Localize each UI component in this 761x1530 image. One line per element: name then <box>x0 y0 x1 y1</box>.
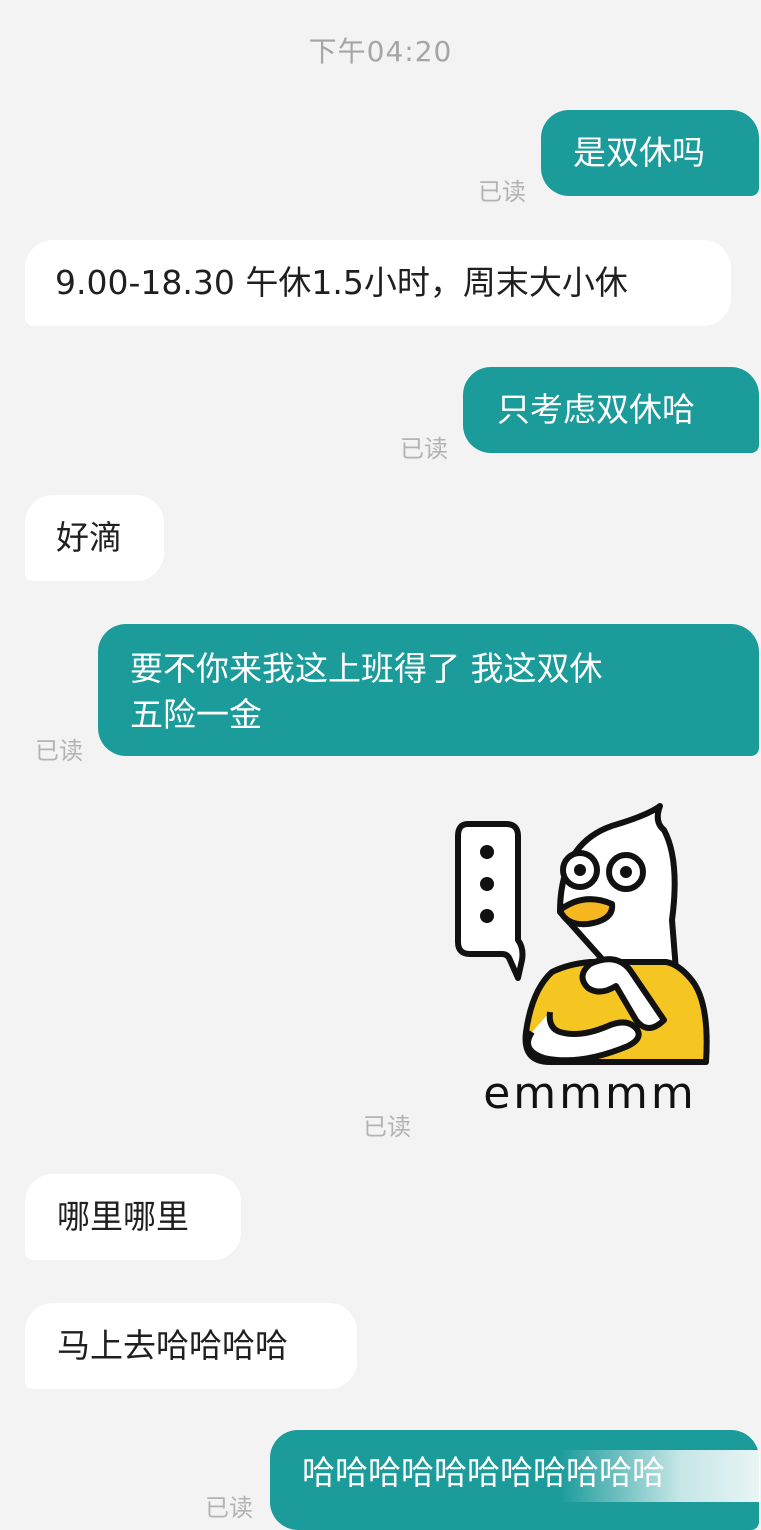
message-text: 9.00-18.30 午休1.5小时，周末大小休 <box>55 263 628 302</box>
read-receipt: 已读 <box>478 178 526 206</box>
message-text: 是双休吗 <box>573 133 705 172</box>
message-bubble-incoming[interactable]: 哪里哪里 <box>25 1174 241 1260</box>
read-receipt: 已读 <box>363 1113 411 1141</box>
message-bubble-outgoing[interactable]: 是双休吗 <box>541 110 759 196</box>
message-text: 哪里哪里 <box>57 1197 189 1236</box>
read-receipt: 已读 <box>205 1494 253 1522</box>
message-text: 好滴 <box>56 518 122 557</box>
message-bubble-outgoing[interactable]: 只考虑双休哈 <box>463 367 759 453</box>
message-text-line: 要不你来我这上班得了 我这双休 <box>130 649 603 688</box>
duck-character-icon <box>522 803 710 1065</box>
read-receipt: 已读 <box>400 435 448 463</box>
message-bubble-incoming[interactable]: 好滴 <box>25 495 164 581</box>
message-text: 只考虑双休哈 <box>497 390 695 429</box>
message-text: 马上去哈哈哈哈 <box>57 1326 288 1365</box>
chat-timestamp: 下午04:20 <box>308 35 453 68</box>
message-bubble-incoming[interactable]: 9.00-18.30 午休1.5小时，周末大小休 <box>25 240 731 326</box>
sticker-caption: emmmm <box>483 1068 697 1119</box>
message-bubble-outgoing[interactable]: 要不你来我这上班得了 我这双休 五险一金 <box>98 624 759 756</box>
duck-thinking-sticker[interactable]: emmmm <box>440 800 740 1120</box>
message-text-line: 五险一金 <box>130 695 262 734</box>
speech-bubble-icon <box>455 821 526 981</box>
watermark-overlay <box>560 1450 760 1502</box>
read-receipt: 已读 <box>35 737 83 765</box>
message-bubble-incoming[interactable]: 马上去哈哈哈哈 <box>25 1303 357 1389</box>
